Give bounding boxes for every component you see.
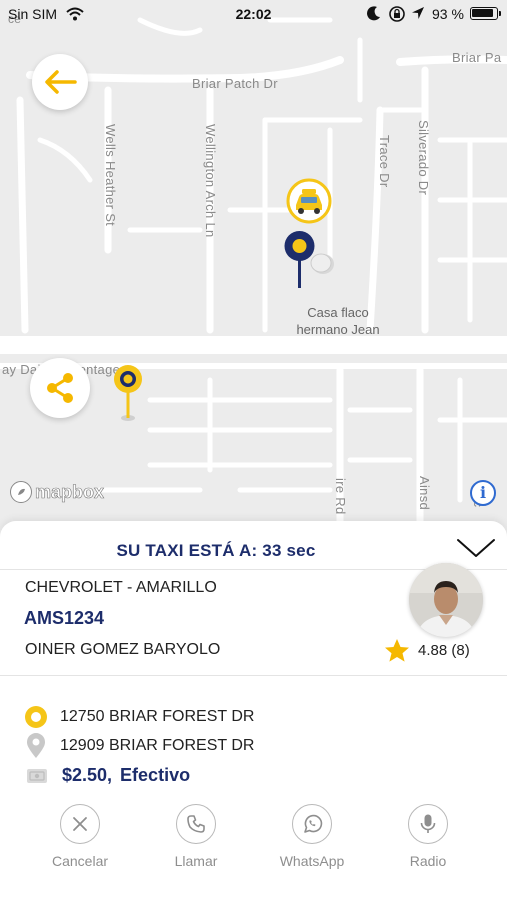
fare-amount: $2.50, — [62, 765, 113, 785]
place-label: Casa flaco hermano Jean — [283, 304, 393, 338]
map-label-wellington: Wellington Arch Ln — [203, 124, 218, 238]
map-label-wells-heather: Wells Heather St — [103, 124, 118, 227]
whatsapp-label: WhatsApp — [279, 853, 345, 869]
map-label-silverado: Silverado Dr — [416, 120, 431, 196]
call-button[interactable]: Llamar — [151, 804, 241, 869]
divider — [0, 675, 507, 676]
battery-icon — [470, 7, 501, 20]
radio-button[interactable]: Radio — [383, 804, 473, 869]
chevron-down-icon — [457, 539, 495, 557]
mapbox-logo[interactable]: mapbox — [10, 481, 104, 503]
mapbox-text: mapbox — [35, 481, 105, 502]
map-label-briar-patch: Briar Patch Dr — [192, 76, 278, 91]
call-label: Llamar — [174, 853, 218, 869]
share-icon — [47, 373, 73, 403]
rating-value: 4.88 (8) — [418, 642, 470, 659]
star-icon — [385, 639, 409, 662]
clock: 22:02 — [235, 6, 272, 22]
location-arrow-icon — [410, 5, 426, 24]
map-view[interactable]: ce Briar Patch Dr Briar Pa Wells Heather… — [0, 0, 507, 530]
fare-row: $2.50, Efectivo — [26, 765, 190, 786]
cancel-label: Cancelar — [51, 853, 109, 869]
pickup-marker[interactable] — [283, 230, 343, 297]
driver-name: OINER GOMEZ BARYOLO — [25, 641, 221, 658]
microphone-icon — [408, 804, 448, 844]
map-label-briar-patch-right: Briar Pa — [452, 50, 502, 65]
moon-icon — [366, 5, 382, 24]
cancel-button[interactable]: Cancelar — [35, 804, 125, 869]
map-label-ainsd: Ainsd — [417, 476, 432, 511]
arrow-left-icon — [45, 70, 77, 94]
eta-text: SU TAXI ESTÁ A: 33 sec — [116, 541, 316, 560]
origin-address: 12750 BRIAR FOREST DR — [60, 708, 255, 725]
destination-row: 12909 BRIAR FOREST DR — [24, 733, 254, 759]
origin-row: 12750 BRIAR FOREST DR — [24, 705, 254, 729]
driver-rating: 4.88 (8) — [384, 638, 470, 663]
destination-address: 12909 BRIAR FOREST DR — [60, 737, 255, 754]
place-label-line2: hermano Jean — [296, 322, 380, 337]
map-label-trace: Trace Dr — [377, 135, 392, 188]
trip-details-sheet: SU TAXI ESTÁ A: 33 sec CHEVROLET - AMARI… — [0, 521, 507, 900]
destination-marker[interactable] — [113, 364, 145, 429]
taxi-marker[interactable] — [286, 178, 332, 229]
map-label-ire-rd: ire Rd — [333, 478, 348, 515]
whatsapp-button[interactable]: WhatsApp — [267, 804, 357, 869]
map-pin-icon — [284, 231, 334, 288]
share-button[interactable] — [30, 358, 90, 418]
info-icon[interactable]: i — [470, 480, 496, 506]
status-bar: Sin SIM 22:02 93 % — [0, 0, 507, 28]
driver-avatar — [409, 563, 483, 637]
mapbox-icon — [10, 481, 32, 503]
action-bar: Cancelar Llamar WhatsApp Radio — [0, 804, 507, 874]
license-plate: AMS1234 — [24, 608, 105, 628]
origin-dot-icon — [25, 706, 47, 728]
taxi-icon — [286, 178, 332, 224]
whatsapp-icon — [292, 804, 332, 844]
phone-icon — [176, 804, 216, 844]
destination-pin-icon — [27, 733, 45, 758]
battery-percent: 93 % — [432, 6, 464, 22]
place-label-line1: Casa flaco — [307, 305, 369, 320]
back-button[interactable] — [32, 54, 88, 110]
close-icon — [60, 804, 100, 844]
orientation-lock-icon — [388, 5, 406, 26]
cash-icon — [27, 768, 47, 783]
payment-method: Efectivo — [120, 765, 191, 785]
map-pin-yellow-icon — [114, 365, 142, 421]
car-model: CHEVROLET - AMARILLO — [25, 579, 217, 596]
radio-label: Radio — [409, 853, 447, 869]
collapse-button[interactable] — [456, 537, 496, 564]
